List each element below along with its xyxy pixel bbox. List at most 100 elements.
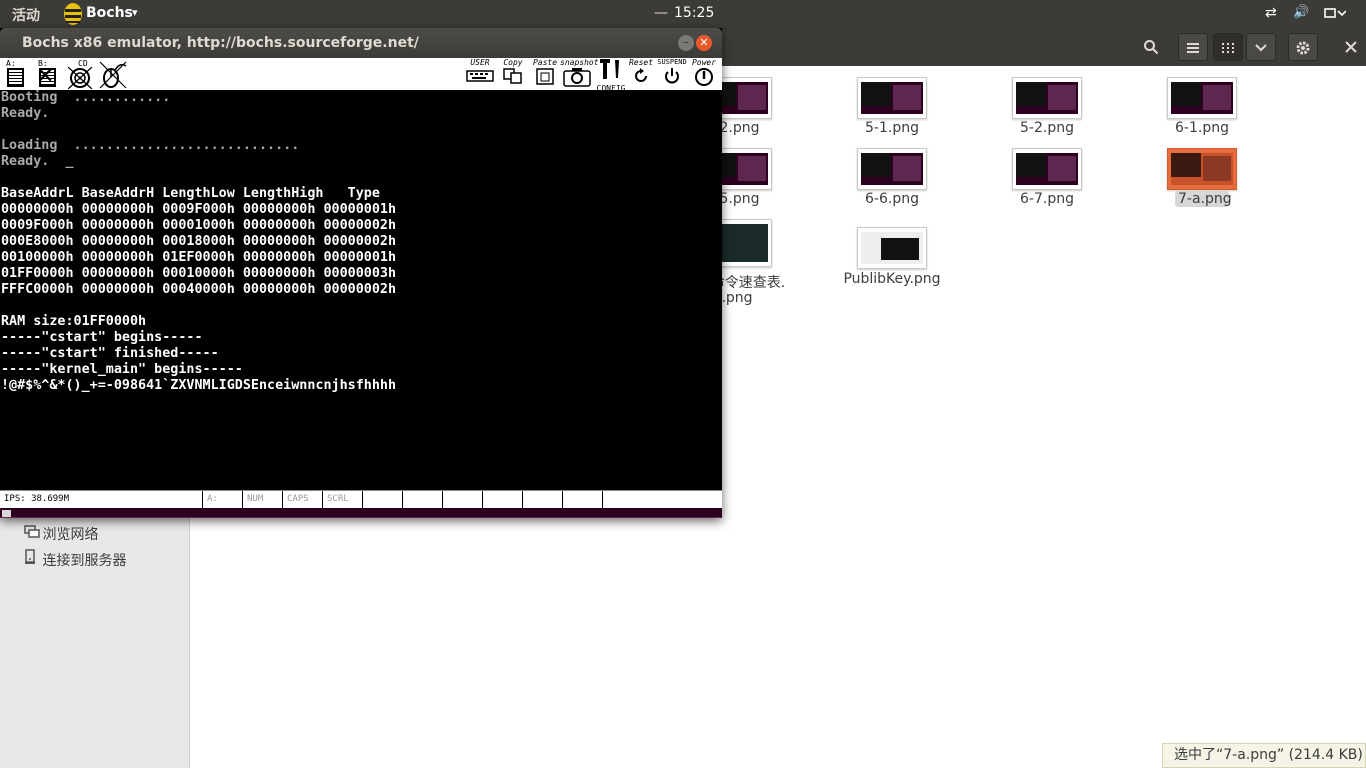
console-line: 00000000h 00000000h 0009F000h 00000000h … — [1, 202, 397, 217]
console-line: -----"kernel_main" begins----- — [1, 362, 243, 377]
clock[interactable]: 15:25 — [674, 5, 714, 21]
network-icon — [24, 525, 40, 543]
console-line: Ready. _ — [1, 154, 74, 169]
power-button[interactable]: Power — [688, 58, 720, 90]
file-thumbnail[interactable] — [857, 227, 927, 269]
volume-icon[interactable]: 🔊 — [1293, 5, 1309, 20]
console-line: Loading ............................ — [1, 138, 300, 153]
paste-label: Paste — [532, 58, 558, 67]
status-cell — [402, 491, 442, 508]
app-menu-caret-icon[interactable]: ▾ — [132, 6, 138, 19]
mouse-icon — [99, 61, 127, 89]
top-panel: 活动 Bochs ▾ — 15:25 ⇄ 🔊 — [0, 0, 1366, 28]
config-icon — [600, 59, 619, 79]
floppy-a-button[interactable]: A: — [4, 59, 26, 88]
app-menu-label[interactable]: Bochs — [86, 5, 133, 21]
file-thumbnail[interactable] — [857, 148, 927, 190]
console-line: 01FF0000h 00000000h 00010000h 00000000h … — [1, 266, 397, 281]
gear-icon[interactable] — [1288, 33, 1318, 61]
close-icon[interactable]: ✕ — [696, 35, 712, 51]
cdrom-button[interactable]: CD — [68, 59, 96, 89]
file-label[interactable]: 6-6.png — [834, 191, 950, 207]
caps-lock-indicator: CAPS — [282, 491, 322, 508]
mouse-capture-button[interactable] — [98, 60, 128, 89]
copy-icon — [503, 68, 522, 84]
status-cell — [482, 491, 522, 508]
status-cell — [562, 491, 602, 508]
keyboard-icon — [466, 70, 494, 82]
file-thumbnail[interactable] — [1012, 148, 1082, 190]
user-label: USER — [470, 58, 490, 67]
file-label[interactable]: PublibKey.png — [834, 271, 950, 287]
status-cell — [362, 491, 402, 508]
config-button[interactable]: CONFIG — [596, 58, 626, 93]
minimize-icon[interactable]: – — [678, 35, 694, 51]
sidebar-item-connect-server[interactable]: 连接到服务器 — [24, 549, 126, 570]
console-line: FFFC0000h 00000000h 00040000h 00000000h … — [1, 282, 397, 297]
user-button[interactable]: USER — [465, 58, 495, 90]
scroll-lock-indicator: SCRL — [322, 491, 362, 508]
console-line: -----"cstart" finished----- — [1, 346, 219, 361]
grid-view-icon[interactable] — [1213, 33, 1243, 61]
status-cell — [442, 491, 482, 508]
file-thumbnail-selected[interactable] — [1167, 148, 1237, 190]
cdrom-icon — [68, 67, 93, 89]
bochs-statusbar: IPS: 38.699M A: NUM CAPS SCRL — [0, 490, 722, 508]
network-icon[interactable]: ⇄ — [1265, 5, 1277, 21]
bochs-toolbar: A: B: ✕ CD USER Copy Paste snapshot CONF… — [0, 58, 722, 93]
console-line: 0009F000h 00000000h 00001000h 00000000h … — [1, 218, 397, 233]
paste-button[interactable]: Paste — [532, 58, 558, 90]
console-line: BaseAddrL BaseAddrH LengthLow LengthHigh… — [1, 186, 380, 201]
close-icon[interactable] — [1336, 33, 1366, 61]
file-label[interactable]: 5-1.png — [834, 120, 950, 136]
file-label-selected[interactable]: 7-a.png — [1175, 191, 1232, 207]
sidebar-item-browse-network[interactable]: 浏览网络 — [24, 524, 98, 544]
suspend-button[interactable]: SUSPEND — [657, 58, 687, 90]
file-thumbnail[interactable] — [1012, 77, 1082, 119]
console-line: !@#$%^&*()_+=-098641`ZXVNMLIGDSEnceiwnnc… — [1, 378, 397, 393]
file-thumbnail[interactable] — [857, 77, 927, 119]
console-line: 00100000h 00000000h 01EF0000h 00000000h … — [1, 250, 397, 265]
power-label: Power — [691, 58, 717, 67]
camera-icon — [563, 68, 591, 87]
bochs-app-icon[interactable] — [62, 0, 84, 28]
paste-icon — [536, 68, 554, 85]
drive-indicator: A: — [202, 491, 242, 508]
floppy-a-label: A: — [6, 59, 16, 68]
window-title[interactable]: Bochs x86 emulator, http://bochs.sourcef… — [0, 28, 722, 58]
status-cell — [522, 491, 562, 508]
window-bottom-border — [0, 508, 722, 518]
sidebar-item-label: 连接到服务器 — [42, 553, 127, 569]
ips-readout: IPS: 38.699M — [4, 494, 70, 504]
reset-icon — [635, 68, 647, 82]
floppy-icon — [7, 68, 24, 87]
clock-separator: — — [654, 5, 668, 21]
bochs-window: Bochs x86 emulator, http://bochs.sourcef… — [0, 28, 722, 518]
list-view-icon[interactable] — [1178, 33, 1208, 61]
console-line: Ready. — [1, 106, 50, 121]
selection-status: 选中了“7-a.png” (214.4 KB) — [1162, 743, 1366, 768]
search-icon[interactable] — [1136, 33, 1166, 61]
server-icon — [24, 549, 38, 569]
console-line: Booting ............ — [1, 90, 171, 105]
file-label[interactable]: 6-7.png — [989, 191, 1105, 207]
file-label[interactable]: 6-1.png — [1144, 120, 1260, 136]
suspend-icon — [665, 68, 679, 84]
suspend-label: SUSPEND — [657, 58, 687, 66]
num-lock-indicator: NUM — [242, 491, 282, 508]
file-label[interactable]: 5-2.png — [989, 120, 1105, 136]
console-line: 000E8000h 00000000h 00018000h 00000000h … — [1, 234, 397, 249]
vga-screen[interactable]: Booting ............ Ready. Loading ....… — [0, 90, 722, 490]
chevron-down-icon[interactable] — [1246, 33, 1276, 61]
disabled-cross-icon: ✕ — [36, 64, 55, 89]
power-icon — [695, 68, 713, 86]
activities-button[interactable]: 活动 — [12, 5, 40, 25]
floppy-b-button[interactable]: B: ✕ — [36, 59, 58, 89]
snapshot-button[interactable]: snapshot — [560, 58, 599, 90]
reset-button[interactable]: Reset — [625, 58, 657, 90]
system-menu-icon[interactable] — [1324, 5, 1347, 25]
console-line: RAM size:01FF0000h — [1, 314, 147, 329]
copy-button[interactable]: Copy — [500, 58, 526, 90]
snapshot-label: snapshot — [560, 58, 599, 67]
file-thumbnail[interactable] — [1167, 77, 1237, 119]
